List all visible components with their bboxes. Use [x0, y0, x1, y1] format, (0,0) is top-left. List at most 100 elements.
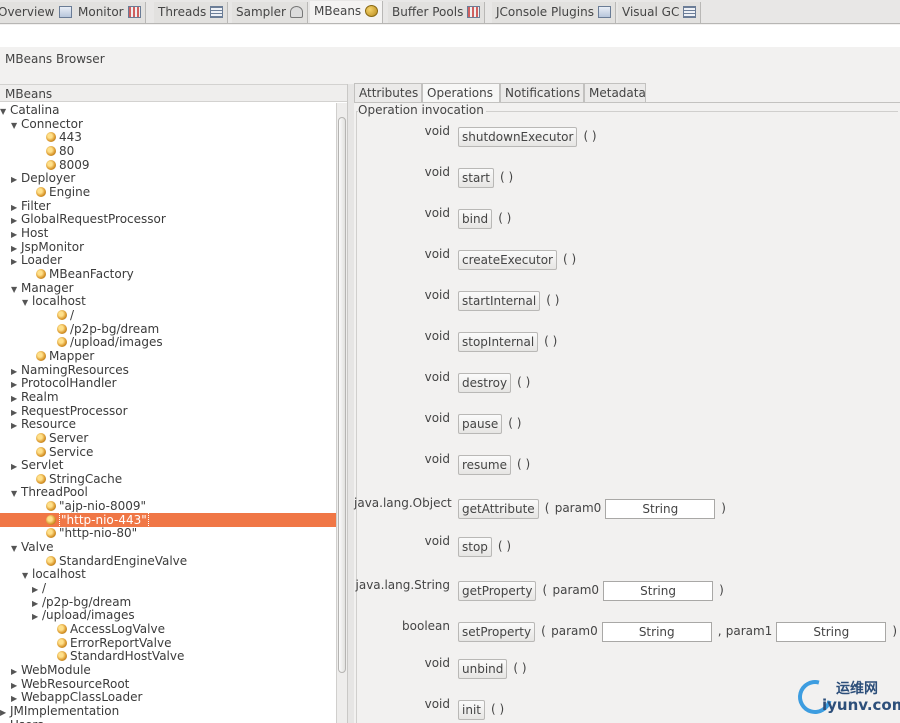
expanded-arrow-icon[interactable]: ▼ — [11, 487, 21, 501]
mbean-icon — [57, 637, 67, 648]
param-param1-input[interactable]: String — [776, 622, 887, 642]
tree-node-label: / — [42, 581, 47, 596]
operation-row: void shutdownExecutor ( ) — [354, 124, 900, 147]
mbean-icon — [46, 555, 56, 566]
invoke-bind-button[interactable]: bind — [458, 209, 493, 229]
operation-row: void destroy ( ) — [354, 370, 900, 393]
tree-node-label: /p2p-bg/dream — [70, 321, 160, 336]
tree-node-label: Deployer — [21, 171, 76, 186]
tree-node-label: JMImplementation — [10, 704, 120, 719]
operation-row: void createExecutor ( ) — [354, 247, 900, 270]
mbean-icon — [36, 350, 46, 361]
tree-node-label: / — [70, 307, 75, 322]
mbeans-tree-panel: MBeans ▼ Catalina ▼ Connector 443 80 8009 ▶ Depl… — [0, 84, 348, 723]
expanded-arrow-icon[interactable]: ▼ — [22, 296, 32, 310]
tab-overview[interactable]: Overview — [0, 2, 77, 23]
tree-node-label: Engine — [49, 184, 91, 199]
param-param0-input[interactable]: String — [605, 499, 716, 519]
mbean-icon — [46, 159, 56, 170]
param-param0-input[interactable]: String — [601, 622, 712, 642]
tree-node-label: Filter — [21, 198, 51, 213]
tab-mbeans[interactable]: MBeans — [310, 1, 384, 23]
operation-return-type: void — [424, 370, 450, 384]
tab-operations[interactable]: Operations — [422, 83, 500, 102]
invoke-pause-button[interactable]: pause — [458, 414, 503, 434]
param-separator: , — [717, 624, 722, 638]
operation-return-type: void — [424, 411, 450, 425]
operation-return-type: void — [424, 452, 450, 466]
operation-paren-open: ( — [544, 501, 550, 515]
tree-leaf-mbean[interactable]: "http-nio-443" — [0, 511, 336, 528]
invoke-createExecutor-button[interactable]: createExecutor — [458, 250, 557, 270]
tree-node-label: NamingResources — [21, 362, 129, 377]
collapsed-arrow-icon[interactable]: ▶ — [32, 610, 42, 624]
chart-icon — [467, 6, 481, 18]
mbean-icon — [36, 432, 46, 443]
collapsed-arrow-icon[interactable]: ▶ — [11, 255, 21, 269]
param-param0-input[interactable]: String — [603, 581, 714, 601]
invoke-stopInternal-button[interactable]: stopInternal — [458, 332, 539, 352]
invoke-shutdownExecutor-button[interactable]: shutdownExecutor — [458, 127, 578, 147]
mbeans-tree: ▼ Catalina ▼ Connector 443 80 8009 ▶ Deployer Eng… — [0, 103, 336, 723]
operation-parens: ( ) — [499, 170, 514, 184]
tab-metadata[interactable]: Metadata — [584, 83, 646, 102]
tree-node-label: Server — [49, 430, 89, 445]
collapsed-arrow-icon[interactable]: ▶ — [11, 419, 21, 433]
operation-return-type: void — [424, 329, 450, 343]
operation-return-type: java.lang.String — [355, 578, 451, 592]
invoke-getProperty-button[interactable]: getProperty — [458, 581, 537, 601]
invoke-resume-button[interactable]: resume — [458, 455, 511, 475]
tab-visual-gc[interactable]: Visual GC — [618, 2, 702, 23]
operation-return-type: void — [424, 288, 450, 302]
expanded-arrow-icon[interactable]: ▼ — [11, 542, 21, 556]
operation-parens: ( ) — [490, 702, 505, 716]
tab-attributes[interactable]: Attributes — [354, 83, 422, 102]
invoke-setProperty-button[interactable]: setProperty — [458, 622, 536, 642]
invoke-start-button[interactable]: start — [458, 168, 494, 188]
collapsed-arrow-icon[interactable]: ▶ — [11, 173, 21, 187]
operation-return-type: void — [424, 124, 450, 138]
operation-group-title: Operation invocation — [358, 103, 486, 117]
toolbar-strip — [0, 25, 900, 47]
expanded-arrow-icon[interactable]: ▼ — [22, 569, 32, 583]
invoke-unbind-button[interactable]: unbind — [458, 659, 508, 679]
invoke-init-button[interactable]: init — [458, 700, 485, 720]
tree-node-label: StringCache — [49, 471, 123, 486]
tree-node-label: localhost — [32, 567, 86, 582]
invoke-destroy-button[interactable]: destroy — [458, 373, 512, 393]
param-name-label: param1 — [725, 624, 773, 638]
mbean-icon — [57, 624, 67, 635]
tree-node-label: WebResourceRoot — [21, 676, 130, 691]
operation-parens: ( ) — [516, 457, 531, 471]
operation-paren-open: ( — [541, 624, 546, 638]
invoke-startInternal-button[interactable]: startInternal — [458, 291, 541, 311]
tree-node-label: MBeanFactory — [49, 266, 134, 281]
tree-node-label: RequestProcessor — [21, 403, 128, 418]
expanded-arrow-icon[interactable]: ▼ — [0, 105, 10, 119]
tab-monitor[interactable]: Monitor — [74, 2, 146, 23]
list-icon — [210, 6, 224, 18]
tab-label: Threads — [158, 5, 207, 19]
collapsed-arrow-icon[interactable]: ▶ — [11, 460, 21, 474]
tree-scrollbar-thumb[interactable] — [338, 117, 346, 673]
operation-paren-close: ) — [721, 501, 726, 515]
expanded-arrow-icon[interactable]: ▼ — [11, 119, 21, 133]
operation-row: void unbind ( ) — [354, 656, 900, 679]
tab-sampler[interactable]: Sampler — [232, 2, 308, 23]
tab-notifications[interactable]: Notifications — [500, 83, 584, 102]
tab-jconsole-plugins[interactable]: JConsole Plugins — [492, 2, 616, 23]
operation-parens: ( ) — [498, 211, 512, 225]
invoke-stop-button[interactable]: stop — [458, 537, 492, 557]
tree-node-label: StandardHostValve — [70, 649, 185, 664]
mbean-icon — [46, 514, 56, 525]
expanded-arrow-icon[interactable]: ▼ — [11, 283, 21, 297]
invoke-getAttribute-button[interactable]: getAttribute — [458, 499, 539, 519]
tree-node-label: AccessLogValve — [70, 622, 165, 637]
param-name-label: param0 — [552, 583, 600, 597]
tree-scrollbar[interactable] — [336, 103, 347, 723]
tab-buffer-pools[interactable]: Buffer Pools — [388, 2, 486, 23]
mbean-icon — [36, 186, 46, 197]
tab-threads[interactable]: Threads — [154, 2, 229, 23]
operation-return-type: void — [424, 534, 450, 548]
beans-icon — [365, 5, 379, 17]
